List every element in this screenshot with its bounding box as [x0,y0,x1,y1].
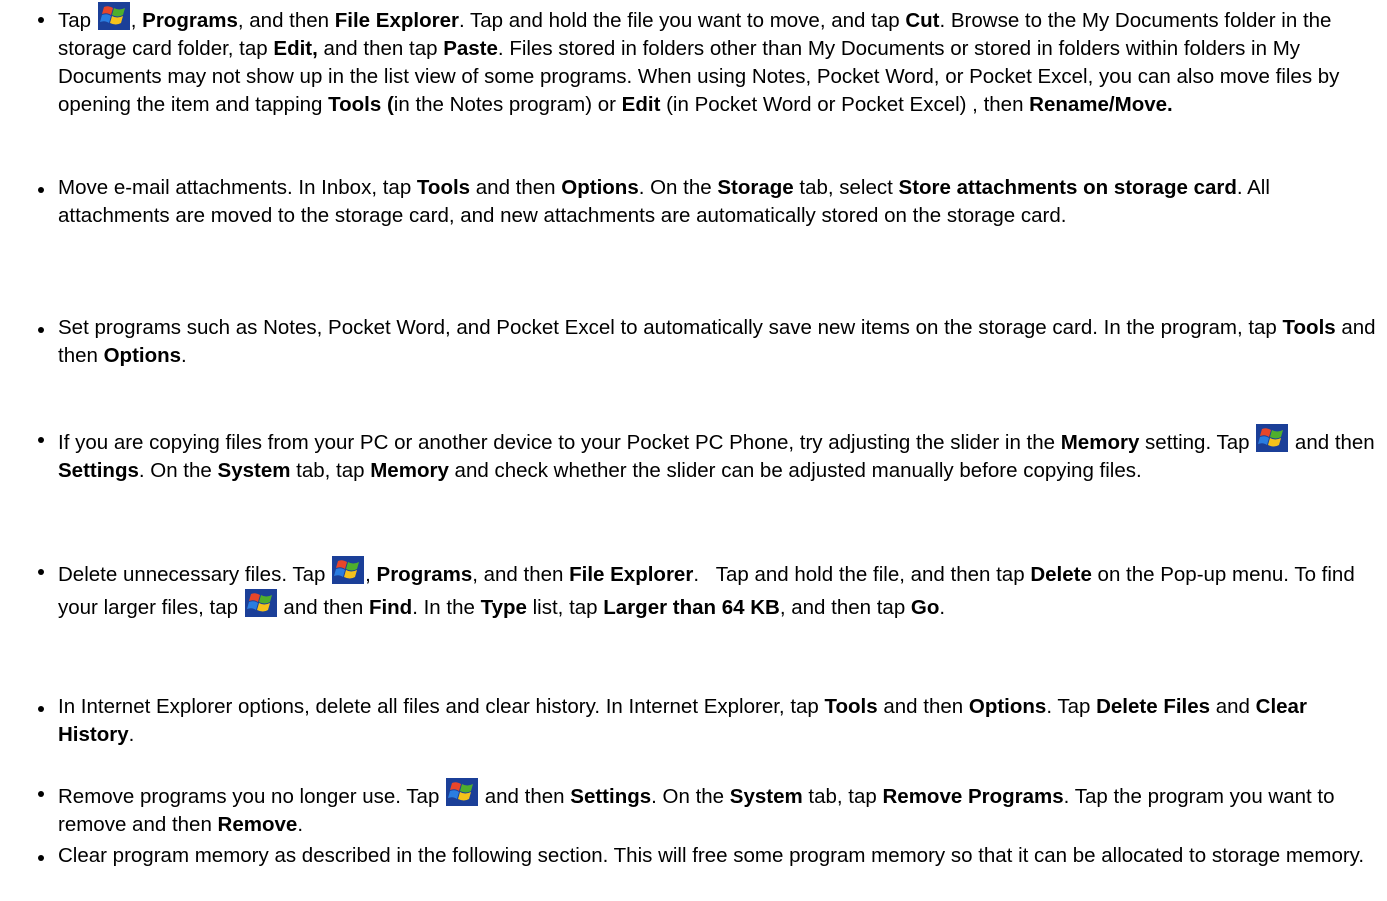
body-text: , [365,563,377,586]
body-text: . On the [638,176,718,199]
body-text: . Tap [1046,695,1097,718]
bold-term: Programs [376,563,473,586]
bold-term: Edit, [273,37,318,60]
body-text: Set programs such as Notes, Pocket Word,… [58,316,1283,339]
body-text: In Internet Explorer options, delete all… [58,695,825,718]
bullet-dot [38,187,44,193]
bold-term: Options [968,695,1047,718]
body-text: . [181,344,187,367]
bullet-text: In Internet Explorer options, delete all… [58,693,1376,749]
body-text: tab, select [793,176,899,199]
body-text: . Tap and hold the file, and then tap [693,563,1031,586]
body-text: and then [277,596,369,619]
bold-term: Cut [905,9,940,32]
windows-start-icon [244,589,277,617]
body-text: and then [470,176,562,199]
bold-term: Memory [1060,431,1140,454]
bold-term: System [729,785,803,808]
bold-term: Programs [142,9,238,32]
bold-term: Tools ( [328,93,394,116]
bullet-text: Set programs such as Notes, Pocket Word,… [58,314,1376,370]
body-text: . [939,596,946,619]
body-text: and [1210,695,1256,718]
body-text: . [128,723,135,746]
body-text: . [297,813,304,836]
bold-term: Delete [1030,563,1092,586]
bold-term: Rename/Move. [1029,93,1173,116]
bullet-text: If you are copying files from your PC or… [58,424,1376,485]
windows-start-icon [1256,424,1289,452]
bold-term: File Explorer [334,9,459,32]
body-text: . On the [138,459,218,482]
bullet-dot [38,437,44,443]
body-text: If you are copying files from your PC or… [58,431,1061,454]
bold-term: Tools [416,176,471,199]
bullet-dot [38,855,44,861]
body-text: . Tap and hold the file you want to move… [458,9,906,32]
bullet-text: Tap , Programs, and then File Explorer. … [58,2,1376,119]
body-text: , and then tap [779,596,911,619]
windows-start-icon [332,556,365,584]
bold-term: Tools [824,695,878,718]
bold-term: Paste [443,37,498,60]
bullet-dot [38,569,44,575]
bold-term: Options [103,344,182,367]
bold-term: Settings [570,785,652,808]
body-text: and then [479,785,571,808]
body-text: , and then [237,9,335,32]
body-text: , [130,9,143,32]
bold-term: Larger than 64 KB [603,596,780,619]
bullet-dot [38,327,44,333]
body-text: , and then [472,563,570,586]
body-text: and then [1289,431,1381,454]
bold-term: Edit [621,93,661,116]
bold-term: Memory [370,459,449,482]
body-text: . On the [651,785,730,808]
body-text: in the Notes program) or [393,93,622,116]
bullet-dot [38,791,44,797]
bold-term: Storage [717,176,794,199]
body-text: setting. Tap [1139,431,1256,454]
bullet-text: Clear program memory as described in the… [58,842,1376,870]
body-text: and then [877,695,969,718]
bold-term: System [217,459,291,482]
body-text: Move e-mail attachments. In Inbox, tap [58,176,417,199]
bold-term: Go [910,596,940,619]
bold-term: Delete Files [1096,695,1211,718]
body-text: and then tap [317,37,444,60]
bold-term: Settings [58,459,139,482]
body-text: (in Pocket Word or Pocket Excel) , then [660,93,1030,116]
body-text: Clear program memory as described in the… [58,844,1365,867]
bold-term: Options [561,176,639,199]
windows-start-icon [97,2,130,30]
bold-term: Type [480,596,527,619]
bold-term: Remove [217,813,298,836]
body-text: and check whether the slider can be adju… [448,459,1142,482]
body-text: list, tap [526,596,604,619]
bold-term: Tools [1282,316,1336,339]
bullet-dot [38,706,44,712]
bullet-text: Remove programs you no longer use. Tap a… [58,778,1376,839]
bold-term: Find [368,596,413,619]
bullet-text: Move e-mail attachments. In Inbox, tap T… [58,174,1376,230]
windows-start-icon [446,778,479,806]
bold-term: Remove Programs [882,785,1064,808]
bullet-text: Delete unnecessary files. Tap , Programs… [58,556,1376,622]
body-text: tab, tap [290,459,371,482]
body-text: Tap [58,9,97,32]
body-text: . In the [412,596,481,619]
bold-term: Store attachments on storage card [898,176,1237,199]
bold-term: File Explorer [569,563,694,586]
body-text: Remove programs you no longer use. Tap [58,785,446,808]
body-text: Delete unnecessary files. Tap [58,563,332,586]
body-text: tab, tap [802,785,883,808]
bullet-dot [38,17,44,23]
